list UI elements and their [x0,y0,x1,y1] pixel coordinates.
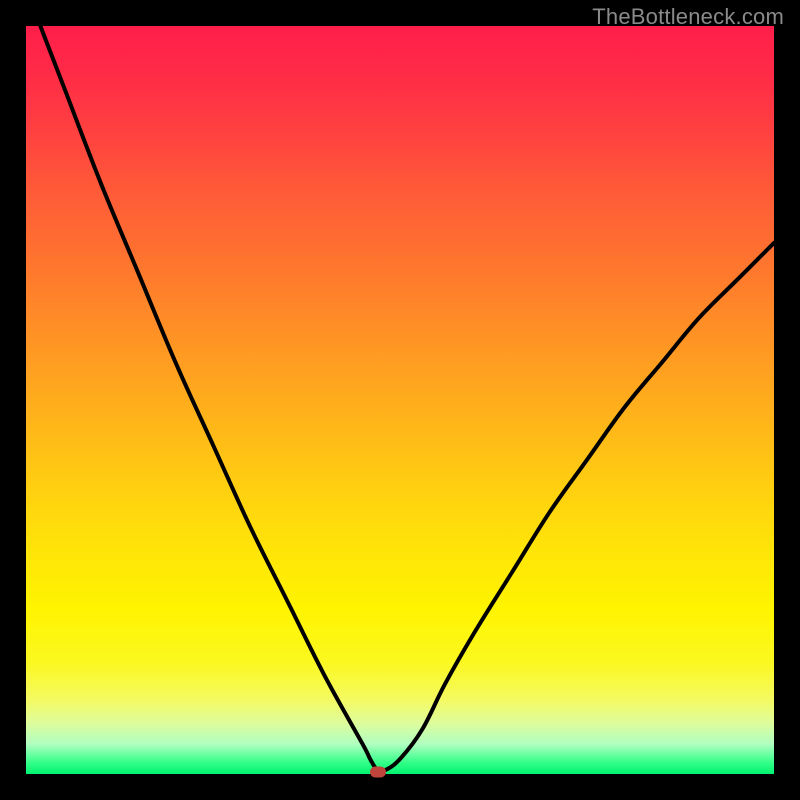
watermark-text: TheBottleneck.com [592,4,784,30]
bottleneck-curve [26,26,774,774]
optimum-marker [370,766,386,777]
plot-area [26,26,774,774]
